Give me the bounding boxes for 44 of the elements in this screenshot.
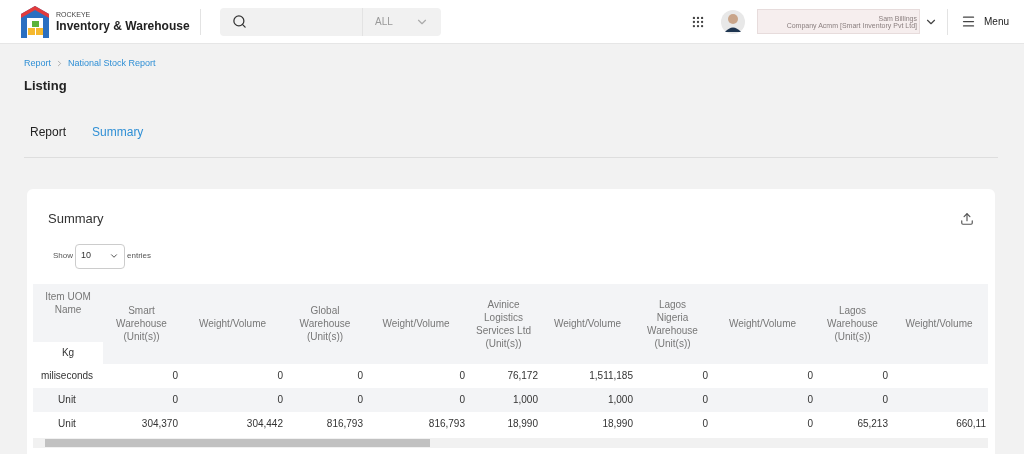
column-header: Weight/Volume (710, 283, 815, 364)
table-cell: Kg (33, 341, 103, 364)
horizontal-scrollbar[interactable] (33, 437, 988, 448)
entries-select[interactable]: 10 (75, 243, 125, 269)
table-cell: 0 (285, 387, 365, 412)
chevron-down-icon (109, 251, 119, 261)
breadcrumb-link[interactable]: Report (24, 57, 51, 71)
menu-button[interactable]: Menu (961, 14, 1009, 29)
table-cell: 0 (180, 387, 285, 412)
search-field[interactable]: ALL (220, 7, 441, 36)
column-header: Weight/Volume (890, 283, 988, 364)
entries-label: entries (127, 250, 152, 262)
column-header: Weight/Volume (365, 283, 467, 364)
page-title: Listing (24, 76, 68, 95)
table-cell: 1,000 (467, 387, 540, 412)
search-icon (232, 14, 247, 29)
column-header: Global Warehouse (Unit(s)) (285, 283, 365, 364)
table-cell: 1,000 (540, 387, 635, 412)
apps-grid-icon[interactable] (691, 14, 705, 29)
table-cell: 0 (710, 387, 815, 412)
tab[interactable]: Summary (92, 123, 144, 141)
house-logo-icon (20, 4, 50, 39)
tab[interactable]: Report (30, 123, 67, 141)
column-header: Lagos Nigeria Warehouse (Unit(s)) (635, 283, 710, 364)
scope-dropdown[interactable]: ALL (362, 7, 441, 36)
chevron-right-icon (55, 59, 64, 69)
breadcrumb-link[interactable]: National Stock Report (68, 57, 156, 71)
user-avatar-icon[interactable] (721, 9, 745, 34)
table-cell: 0 (365, 387, 467, 412)
card-title: Summary (48, 210, 104, 228)
menu-icon (961, 14, 976, 29)
column-header: Item UOM Name (44, 289, 92, 317)
table-cell: 0 (103, 387, 180, 412)
column-header: Smart Warehouse (Unit(s)) (103, 283, 180, 364)
column-header: Avinice Logistics Services Ltd (Unit(s)) (467, 283, 540, 364)
table-cell: 0 (635, 387, 710, 412)
table-cell: 0 (815, 387, 890, 412)
export-icon[interactable] (960, 211, 974, 226)
table-cell: Unit (33, 387, 103, 412)
column-header: Weight/Volume (540, 283, 635, 364)
show-label: Show (53, 250, 73, 262)
brand-name: Inventory & Warehouse (56, 20, 190, 32)
column-header: Lagos Warehouse (Unit(s)) (815, 283, 890, 364)
column-header: Weight/Volume (180, 283, 285, 364)
